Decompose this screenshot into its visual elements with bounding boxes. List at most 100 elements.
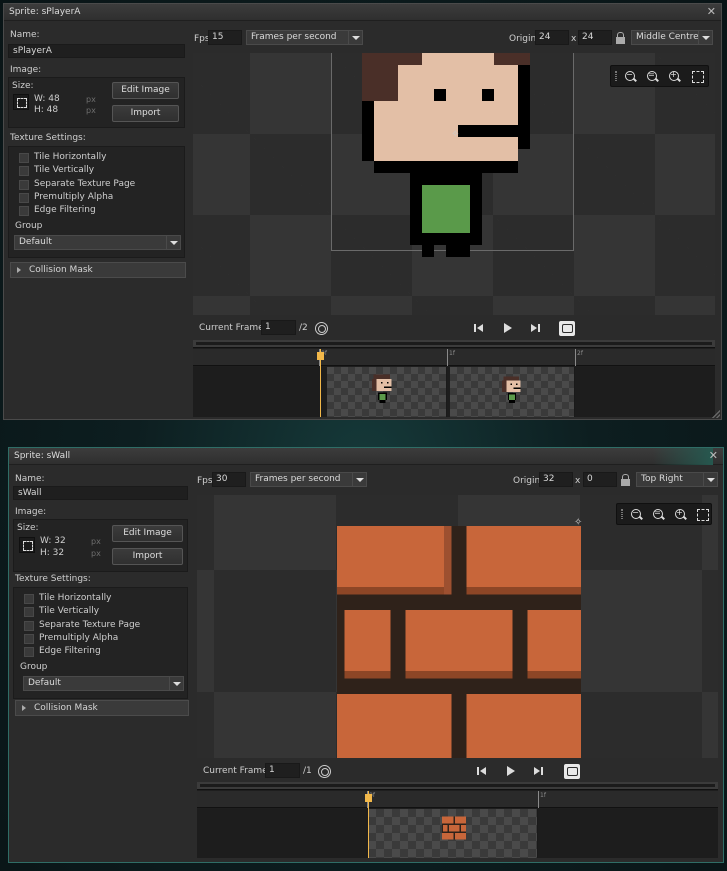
image-label: Image: <box>10 65 42 75</box>
resize-canvas-icon[interactable] <box>19 537 35 553</box>
name-label: Name: <box>10 30 40 40</box>
play-icon[interactable] <box>503 764 517 778</box>
image-groupbox: Size: W: 48 H: 48 px px Edit Image Impor… <box>8 77 185 128</box>
timeline-ruler[interactable]: 0f 1f <box>197 791 718 808</box>
fit-to-window-icon[interactable] <box>689 69 705 84</box>
group-label: Group <box>20 662 48 672</box>
fps-mode-value: Frames per second <box>251 32 337 42</box>
group-dropdown-value: Default <box>19 237 52 247</box>
frame-thumbnail-2[interactable] <box>450 367 575 417</box>
drag-handle-icon[interactable] <box>615 71 617 81</box>
timeline-scrollbar[interactable] <box>193 340 715 348</box>
origin-x-input[interactable]: 24 <box>535 30 569 45</box>
origin-preset-dropdown[interactable]: Middle Centre <box>631 30 713 45</box>
group-dropdown[interactable]: Default <box>14 235 181 250</box>
resize-canvas-icon[interactable] <box>13 94 29 110</box>
collision-mask-section[interactable]: Collision Mask <box>10 262 186 278</box>
tile-vertically-checkbox[interactable] <box>24 607 34 617</box>
name-field[interactable]: sWall <box>13 486 188 500</box>
edge-filtering-label: Edge Filtering <box>34 205 96 215</box>
edge-filtering-checkbox[interactable] <box>19 206 29 216</box>
sprite-canvas[interactable]: ✧ − = + <box>197 495 718 758</box>
fit-to-window-icon[interactable] <box>694 507 710 522</box>
origin-y-input[interactable]: 24 <box>578 30 612 45</box>
image-groupbox: Size: W: 32 H: 32 px px Edit Image Impor… <box>13 519 188 572</box>
drag-handle-icon[interactable] <box>621 509 623 519</box>
lock-icon[interactable] <box>616 32 625 44</box>
loop-icon[interactable] <box>559 321 575 336</box>
tile-horizontally-checkbox[interactable] <box>19 153 29 163</box>
fps-input[interactable]: 30 <box>212 472 246 487</box>
edit-image-button[interactable]: Edit Image <box>112 525 183 542</box>
chevron-down-icon <box>348 31 362 44</box>
tile-vertically-label: Tile Vertically <box>39 606 100 616</box>
texture-settings-groupbox: Tile Horizontally Tile Vertically Separa… <box>13 587 188 699</box>
window-titlebar[interactable]: Sprite: sWall <box>9 448 723 465</box>
tile-horizontally-label: Tile Horizontally <box>34 152 107 162</box>
name-field[interactable]: sPlayerA <box>8 44 185 58</box>
current-frame-label: Current Frame: <box>199 323 267 333</box>
timeline-ruler[interactable]: 0f 1f 2f <box>193 349 715 366</box>
origin-y-input[interactable]: 0 <box>583 472 617 487</box>
timeline-scrollbar[interactable] <box>197 782 718 790</box>
loop-icon[interactable] <box>564 764 580 779</box>
premultiply-alpha-checkbox[interactable] <box>19 193 29 203</box>
frame-thumbnail-1[interactable] <box>368 809 538 858</box>
import-button[interactable]: Import <box>112 105 179 122</box>
collision-mask-section[interactable]: Collision Mask <box>15 700 189 716</box>
zoom-toolbar: − = + <box>610 65 709 87</box>
playhead-handle[interactable] <box>317 352 324 360</box>
separate-texture-page-checkbox[interactable] <box>24 621 34 631</box>
first-frame-icon[interactable] <box>475 764 489 778</box>
import-button[interactable]: Import <box>112 548 183 565</box>
zoom-out-icon[interactable]: − <box>628 507 644 522</box>
frame-thumbnail-1[interactable] <box>327 367 447 417</box>
zoom-in-icon[interactable]: + <box>666 69 682 84</box>
chevron-down-icon <box>166 236 180 249</box>
zoom-reset-icon[interactable]: = <box>650 507 666 522</box>
edit-image-button[interactable]: Edit Image <box>112 82 179 99</box>
current-frame-input[interactable]: 1 <box>265 763 300 778</box>
fps-input[interactable]: 15 <box>208 30 242 45</box>
origin-marker-icon: ✧ <box>451 129 460 140</box>
close-icon[interactable] <box>707 5 716 18</box>
origin-preset-dropdown[interactable]: Top Right <box>636 472 718 487</box>
sprite-canvas[interactable]: ✧ − = + <box>193 53 715 315</box>
tile-vertically-checkbox[interactable] <box>19 166 29 176</box>
zoom-toolbar: − = + <box>616 503 712 525</box>
frame-thumbnail-image <box>502 376 521 403</box>
timeline[interactable]: 0f 1f <box>197 782 718 858</box>
onion-skin-icon[interactable] <box>318 765 331 778</box>
current-frame-input[interactable]: 1 <box>261 320 296 335</box>
texture-settings-label: Texture Settings: <box>10 133 86 143</box>
zoom-in-icon[interactable]: + <box>672 507 688 522</box>
origin-label: Origin <box>513 476 541 486</box>
last-frame-icon[interactable] <box>531 764 545 778</box>
tile-horizontally-checkbox[interactable] <box>24 594 34 604</box>
fps-mode-dropdown[interactable]: Frames per second <box>250 472 367 487</box>
width-value: W: 48 <box>34 94 60 104</box>
edge-filtering-checkbox[interactable] <box>24 647 34 657</box>
window-titlebar[interactable]: Sprite: sPlayerA <box>4 4 721 21</box>
premultiply-alpha-checkbox[interactable] <box>24 634 34 644</box>
group-dropdown[interactable]: Default <box>23 676 184 691</box>
lock-icon[interactable] <box>621 474 630 486</box>
play-icon[interactable] <box>500 321 514 335</box>
frame-thumbnail-image <box>442 816 466 840</box>
first-frame-icon[interactable] <box>472 321 486 335</box>
onion-skin-icon[interactable] <box>315 322 328 335</box>
last-frame-icon[interactable] <box>528 321 542 335</box>
fps-mode-dropdown[interactable]: Frames per second <box>246 30 363 45</box>
resize-grip-icon[interactable] <box>712 410 720 418</box>
separate-texture-page-label: Separate Texture Page <box>34 179 136 189</box>
origin-x-input[interactable]: 32 <box>539 472 573 487</box>
timeline[interactable]: 0f 1f 2f <box>193 340 715 417</box>
width-unit: px <box>86 95 96 104</box>
playhead-handle[interactable] <box>365 794 372 802</box>
size-label: Size: <box>12 81 34 91</box>
close-icon[interactable] <box>709 449 718 462</box>
separate-texture-page-checkbox[interactable] <box>19 180 29 190</box>
zoom-out-icon[interactable]: − <box>622 69 638 84</box>
origin-separator: x <box>575 476 581 486</box>
zoom-reset-icon[interactable]: = <box>644 69 660 84</box>
